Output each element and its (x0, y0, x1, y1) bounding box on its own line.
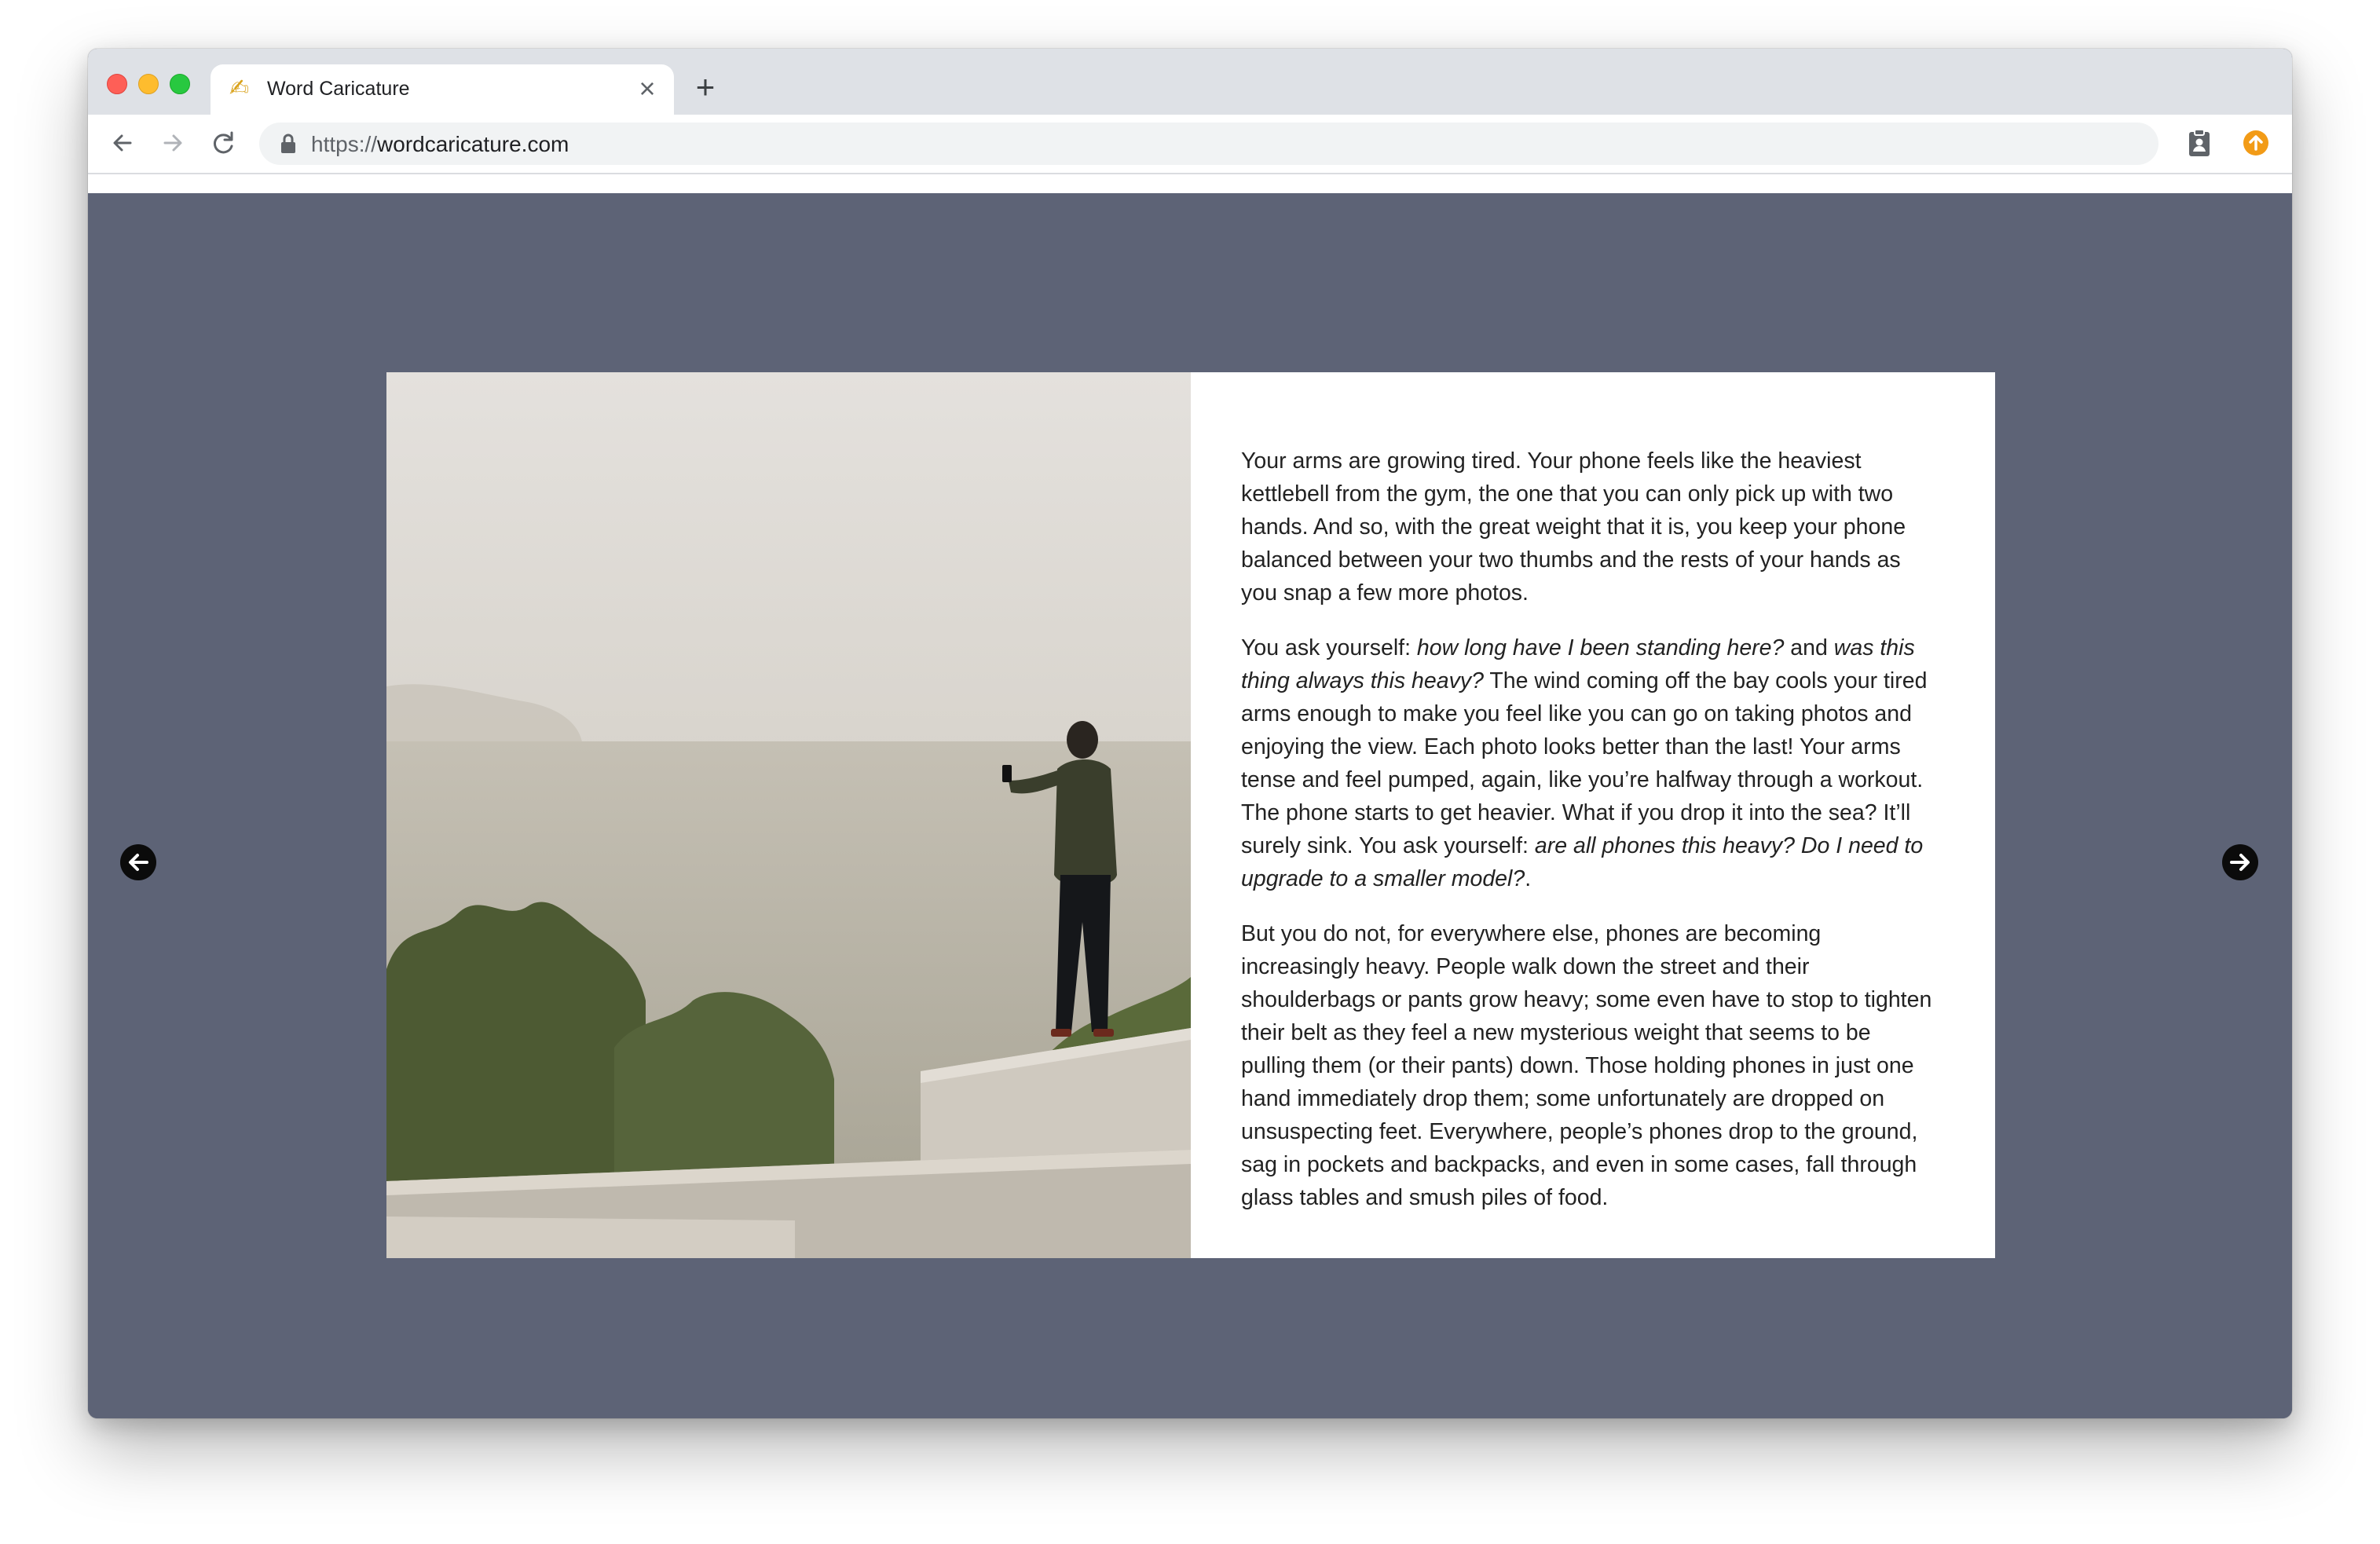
browser-toolbar: https://wordcaricature.com (88, 115, 2292, 174)
paragraph: Your arms are growing tired. Your phone … (1241, 448, 1906, 606)
arrow-left-circle-icon[interactable] (119, 843, 157, 881)
tab-strip: ✍ Word Caricature × + (88, 49, 2292, 115)
lock-icon (280, 134, 297, 154)
story-text: Your arms are growing tired. Your phone … (1241, 445, 1932, 1236)
new-tab-icon[interactable]: + (690, 71, 721, 104)
paragraph: But you do not, for everywhere else, pho… (1241, 921, 1932, 1210)
story-card: Your arms are growing tired. Your phone … (386, 372, 1995, 1258)
tab-word-caricature[interactable]: ✍ Word Caricature × (211, 64, 674, 115)
update-icon[interactable] (2240, 127, 2272, 159)
url-scheme: https:// (311, 132, 378, 156)
paragraph-text: . (1525, 866, 1532, 891)
paragraph-text: You ask yourself: (1241, 635, 1417, 660)
paragraph-italic: how long have I been standing here? (1416, 635, 1785, 660)
zoom-window-button[interactable] (170, 74, 190, 94)
url-host: wordcaricature.com (377, 132, 569, 156)
forward-icon[interactable] (156, 126, 190, 160)
page-viewport: Your arms are growing tired. Your phone … (88, 193, 2292, 1418)
reload-icon[interactable] (206, 126, 240, 160)
writing-hand-icon: ✍ (229, 75, 250, 101)
arrow-right-circle-icon[interactable] (2221, 843, 2259, 881)
toolbar-spacer (88, 174, 2292, 193)
photo-man-photographing-foggy-bay (386, 372, 1191, 1258)
paragraph-text: and (1784, 635, 1834, 660)
url-text[interactable]: https://wordcaricature.com (311, 132, 569, 157)
address-bar[interactable]: https://wordcaricature.com (259, 123, 2158, 165)
minimize-window-button[interactable] (138, 74, 159, 94)
clipboard-icon[interactable] (2184, 127, 2215, 159)
back-icon[interactable] (105, 126, 140, 160)
tab-title: Word Caricature (267, 78, 410, 100)
paragraph: You ask yourself: how long have I been s… (1241, 631, 1932, 895)
paragraph-text: The wind coming off the bay cools your t… (1241, 668, 1928, 858)
browser-window: ✍ Word Caricature × + https://wordcarica… (88, 49, 2292, 1418)
close-tab-icon[interactable]: × (633, 75, 661, 104)
close-window-button[interactable] (107, 74, 127, 94)
